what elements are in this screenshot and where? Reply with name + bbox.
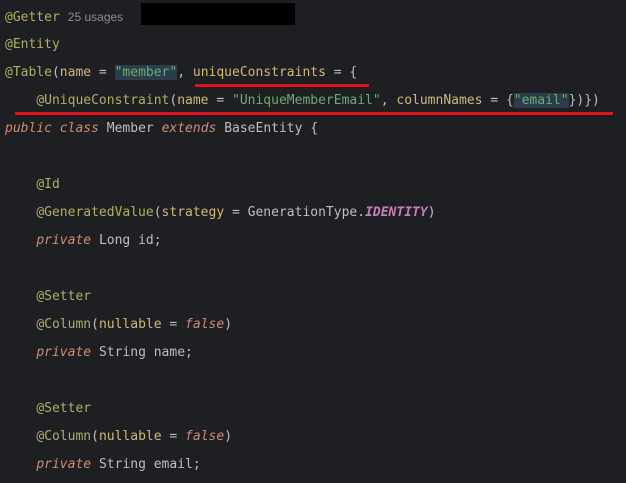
table-annotation: @Table <box>5 65 52 80</box>
red-underline-2 <box>15 112 613 115</box>
code-line-9: private Long id; <box>5 231 162 251</box>
open-brace: { <box>310 121 319 136</box>
setter-annotation: @Setter <box>36 289 92 304</box>
column-annotation: @Column <box>36 429 92 444</box>
param-name: name <box>177 93 209 108</box>
param-strategy: strategy <box>161 205 225 220</box>
param-nullable: nullable <box>98 317 162 332</box>
private-keyword: private <box>36 345 92 360</box>
param-unique-constraints: uniqueConstraints <box>192 65 326 80</box>
id-annotation: @Id <box>36 177 60 192</box>
comma: , <box>380 93 397 108</box>
unique-constraint-annotation: @UniqueConstraint <box>36 93 170 108</box>
paren-open: ( <box>153 205 162 220</box>
paren-open: ( <box>51 65 60 80</box>
red-underline-1 <box>195 84 369 87</box>
equals: = <box>161 317 186 332</box>
paren-close: ) <box>427 205 436 220</box>
code-line-17: private String email; <box>5 455 201 475</box>
param-nullable: nullable <box>98 429 162 444</box>
dot: . <box>357 205 366 220</box>
code-line-13: private String name; <box>5 343 193 363</box>
paren-open: ( <box>91 429 99 444</box>
param-column-names: columnNames <box>396 93 483 108</box>
paren-close: ) <box>224 429 233 444</box>
code-line-2: @Entity <box>5 35 60 55</box>
constraint-name-string: "UniqueMemberEmail" <box>232 93 381 108</box>
code-line-3: @Table(name = "member", uniqueConstraint… <box>5 63 357 83</box>
closing-brackets: })}) <box>568 93 600 108</box>
equals: = <box>161 429 186 444</box>
paren-open: ( <box>91 317 99 332</box>
extends-keyword: extends <box>161 121 217 136</box>
code-editor[interactable]: @Getter 25 usages @Entity @Table(name = "… <box>0 0 626 483</box>
code-line-1: @Getter 25 usages <box>5 7 123 27</box>
email-column-string: "email" <box>513 93 569 108</box>
code-line-12: @Column(nullable = false) <box>5 315 232 335</box>
false-literal: false <box>185 317 225 332</box>
redacted-block <box>141 3 295 25</box>
generated-value-annotation: @GeneratedValue <box>36 205 154 220</box>
public-keyword: public <box>5 121 52 136</box>
code-line-7: @Id <box>5 175 60 195</box>
field-type: String <box>98 345 146 360</box>
code-line-15: @Setter <box>5 399 91 419</box>
setter-annotation: @Setter <box>36 401 92 416</box>
equals-brace: = { <box>325 65 358 80</box>
field-name: name; <box>153 345 193 360</box>
equals-brace: = { <box>482 93 514 108</box>
field-type: String <box>98 457 146 472</box>
class-name[interactable]: Member <box>107 121 154 136</box>
field-name: email; <box>153 457 201 472</box>
paren-close: ) <box>224 317 233 332</box>
code-line-8: @GeneratedValue(strategy = GenerationTyp… <box>5 203 436 223</box>
superclass-name[interactable]: BaseEntity <box>224 121 302 136</box>
equals: = <box>208 93 232 108</box>
getter-annotation: @Getter <box>5 10 60 25</box>
usages-hint[interactable]: 25 usages <box>60 10 123 24</box>
field-type: Long <box>98 233 131 248</box>
code-line-16: @Column(nullable = false) <box>5 427 232 447</box>
field-name: id; <box>138 233 162 248</box>
comma: , <box>177 65 193 80</box>
param-name: name <box>59 65 92 80</box>
false-literal: false <box>185 429 225 444</box>
generation-type: GenerationType <box>247 205 358 220</box>
class-keyword: class <box>59 121 99 136</box>
code-line-5: public class Member extends BaseEntity { <box>5 119 318 139</box>
private-keyword: private <box>36 457 92 472</box>
entity-annotation: @Entity <box>5 37 60 52</box>
identity-constant: IDENTITY <box>365 205 428 220</box>
table-name-string: "member" <box>114 65 178 80</box>
code-line-11: @Setter <box>5 287 91 307</box>
equals: = <box>91 65 115 80</box>
column-annotation: @Column <box>36 317 92 332</box>
equals: = <box>224 205 248 220</box>
code-line-4: @UniqueConstraint(name = "UniqueMemberEm… <box>5 91 600 111</box>
private-keyword: private <box>36 233 92 248</box>
